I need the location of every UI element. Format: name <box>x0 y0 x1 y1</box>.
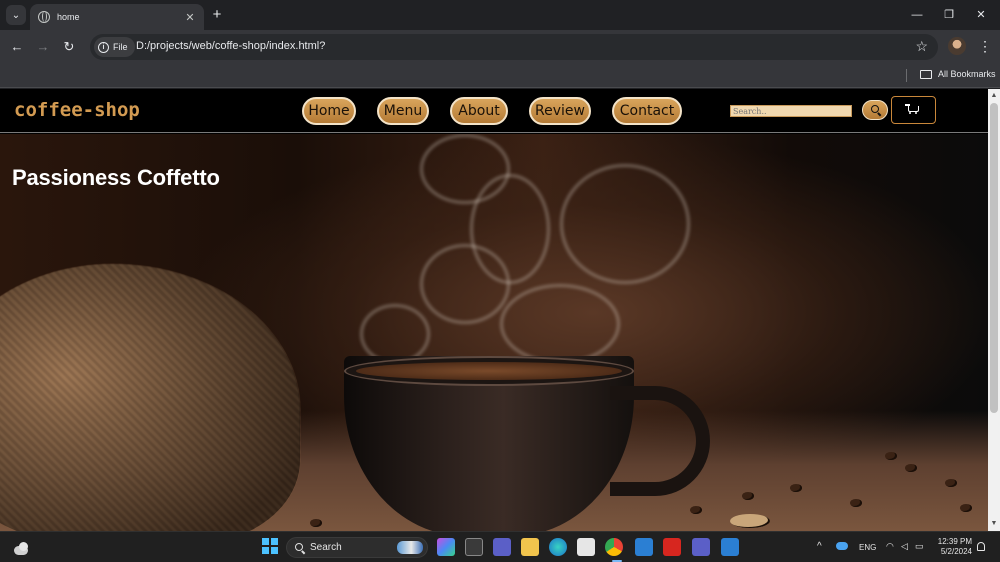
volume-icon[interactable]: ◁ <box>901 541 908 552</box>
cookie <box>730 514 770 528</box>
coffee-bean <box>790 484 802 492</box>
taskbar-clock[interactable]: 12:39 PM 5/2/2024 <box>936 537 972 557</box>
notification-bell-icon[interactable] <box>977 542 985 551</box>
store-icon[interactable] <box>577 538 595 556</box>
nav-home[interactable]: Home <box>302 97 356 125</box>
file-explorer-icon[interactable] <box>521 538 539 556</box>
tab-title: home <box>57 12 80 22</box>
address-bar[interactable]: i File D:/projects/web/coffe-shop/index.… <box>90 34 938 60</box>
bookmark-star-icon[interactable]: ☆ <box>915 38 928 55</box>
scroll-thumb[interactable] <box>990 103 998 413</box>
tab-close-icon[interactable]: ✕ <box>182 11 198 24</box>
nav-menu[interactable]: Menu <box>377 97 429 125</box>
coffee-bean <box>742 492 754 500</box>
steam-wisp <box>560 164 690 284</box>
steam-wisp <box>500 284 620 364</box>
battery-icon[interactable]: ▭ <box>915 541 924 552</box>
cart-icon <box>905 104 919 114</box>
minimize-button[interactable]: — <box>902 6 932 24</box>
browser-toolbar: ← → ↻ i File D:/projects/web/coffe-shop/… <box>0 30 1000 64</box>
site-search-input[interactable] <box>730 105 852 117</box>
site-search-button[interactable] <box>862 100 888 120</box>
screen: ⌄ home ✕ + — ❐ ✕ ← → ↻ i File D:/project… <box>0 0 1000 562</box>
scroll-up-arrow-icon[interactable]: ▲ <box>990 92 998 100</box>
coffee-bean <box>885 452 897 460</box>
task-view-icon[interactable] <box>465 538 483 556</box>
hero-section: Passioness Coffetto <box>0 134 988 531</box>
reload-button[interactable]: ↻ <box>60 38 78 56</box>
nav-contact[interactable]: Contact <box>612 97 682 125</box>
vscode-icon[interactable] <box>635 538 653 556</box>
url-text[interactable]: D:/projects/web/coffe-shop/index.html? <box>136 40 325 52</box>
steam-wisp <box>360 304 430 364</box>
back-button[interactable]: ← <box>8 38 26 56</box>
all-bookmarks-label: All Bookmarks <box>938 69 996 79</box>
coffee-bean <box>945 479 957 487</box>
coffee-surface <box>356 362 622 380</box>
acrobat-icon[interactable] <box>663 538 681 556</box>
hero-burlap-shade <box>0 264 300 531</box>
taskbar-search-label: Search <box>310 542 342 553</box>
teams-work-icon[interactable] <box>692 538 710 556</box>
weather-widget-icon[interactable] <box>10 538 34 558</box>
page-viewport: coffee-shop Home Menu About Review Conta… <box>0 89 988 531</box>
search-icon <box>295 543 303 551</box>
cart-button[interactable] <box>891 96 936 124</box>
info-icon: i <box>98 41 109 53</box>
bookmarks-divider <box>906 69 907 82</box>
forward-button[interactable]: → <box>34 38 52 56</box>
browser-tabstrip: ⌄ home ✕ + — ❐ ✕ <box>0 0 1000 30</box>
globe-icon <box>38 11 50 23</box>
profile-avatar[interactable] <box>948 37 966 55</box>
coffee-bean <box>905 464 917 472</box>
search-highlight-icon <box>397 541 423 554</box>
edge-icon[interactable] <box>549 538 567 556</box>
onedrive-icon[interactable] <box>836 542 848 550</box>
windows-taskbar: Search ^ ENG ◠ ◁ ▭ 12:39 PM 5/2/2024 <box>0 531 1000 562</box>
clock-date: 5/2/2024 <box>940 547 972 556</box>
todo-icon[interactable] <box>721 538 739 556</box>
restore-button[interactable]: ❐ <box>934 6 964 24</box>
page-scrollbar[interactable]: ▲ ▼ <box>988 89 1000 531</box>
folder-icon <box>920 69 932 79</box>
new-tab-button[interactable]: + <box>208 6 226 24</box>
clock-time: 12:39 PM <box>937 537 972 546</box>
all-bookmarks-button[interactable]: All Bookmarks <box>920 69 996 79</box>
steam-wisp <box>420 244 510 324</box>
tab-search-chevron-icon[interactable]: ⌄ <box>6 5 26 25</box>
wifi-icon[interactable]: ◠ <box>886 541 894 552</box>
chrome-icon[interactable] <box>605 538 623 556</box>
coffee-bean <box>690 506 702 514</box>
coffee-bean <box>850 499 862 507</box>
language-indicator[interactable]: ENG <box>859 543 876 552</box>
start-button-icon[interactable] <box>262 538 280 556</box>
hero-title: Passioness Coffetto <box>12 165 220 190</box>
copilot-icon[interactable] <box>437 538 455 556</box>
site-logo[interactable]: coffee-shop <box>14 99 140 121</box>
nav-about[interactable]: About <box>450 97 508 125</box>
site-info-chip[interactable]: i File <box>94 37 135 57</box>
coffee-bean <box>960 504 972 512</box>
taskbar-search[interactable]: Search <box>286 537 428 558</box>
nav-review[interactable]: Review <box>529 97 591 125</box>
browser-tab-home[interactable]: home ✕ <box>30 4 204 30</box>
close-window-button[interactable]: ✕ <box>966 6 996 24</box>
teams-icon[interactable] <box>493 538 511 556</box>
site-info-label: File <box>113 42 128 52</box>
browser-menu-icon[interactable]: ⋮ <box>978 38 992 55</box>
bookmarks-bar: All Bookmarks <box>0 64 1000 88</box>
scroll-down-arrow-icon[interactable]: ▼ <box>990 520 998 528</box>
site-header: coffee-shop Home Menu About Review Conta… <box>0 89 988 133</box>
tray-chevron-icon[interactable]: ^ <box>817 541 822 552</box>
coffee-bean <box>310 519 322 527</box>
search-icon <box>871 105 879 113</box>
